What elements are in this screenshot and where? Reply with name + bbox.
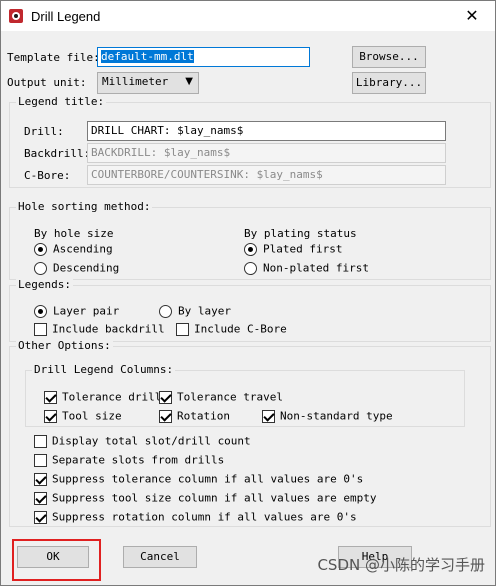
legend-title-group-label: Legend title: [16, 95, 107, 108]
radio-empty-icon [159, 304, 172, 318]
output-unit-dropdown[interactable]: Millimeter ▼ [97, 72, 199, 94]
browse-button[interactable]: Browse... [352, 46, 426, 68]
include-backdrill-checkbox[interactable]: Include backdrill [34, 322, 165, 337]
radio-selected-icon [34, 304, 47, 318]
other-options-group-label: Other Options: [16, 339, 113, 352]
checkbox-checked-icon [34, 472, 47, 486]
by-layer-radio[interactable]: By layer [159, 304, 231, 319]
checkbox-checked-icon [262, 409, 275, 423]
tolerance-drill-checkbox[interactable]: Tolerance drill [44, 390, 161, 405]
template-file-label: Template file: [7, 51, 100, 64]
ascending-radio[interactable]: Ascending [34, 242, 113, 257]
rotation-checkbox[interactable]: Rotation [159, 409, 230, 424]
checkbox-empty-icon [176, 322, 189, 336]
checkbox-checked-icon [159, 409, 172, 423]
output-unit-value: Millimeter [102, 75, 169, 88]
suppress-rotation-checkbox[interactable]: Suppress rotation column if all values a… [34, 510, 357, 525]
close-icon[interactable]: ✕ [449, 1, 495, 31]
cbore-title-label: C-Bore: [24, 169, 71, 182]
radio-empty-icon [244, 261, 257, 275]
backdrill-title-input[interactable]: BACKDRILL: $lay_nams$ [87, 143, 446, 163]
chevron-down-icon: ▼ [185, 76, 193, 87]
checkbox-checked-icon [34, 491, 47, 505]
window-title: Drill Legend [31, 9, 101, 24]
descending-radio[interactable]: Descending [34, 261, 119, 276]
display-total-checkbox[interactable]: Display total slot/drill count [34, 434, 251, 449]
drill-legend-columns-label: Drill Legend Columns: [32, 363, 176, 376]
radio-empty-icon [34, 261, 47, 275]
checkbox-empty-icon [34, 453, 47, 467]
checkbox-checked-icon [34, 510, 47, 524]
plated-first-radio[interactable]: Plated first [244, 242, 342, 257]
drill-title-input[interactable]: DRILL CHART: $lay_nams$ [87, 121, 446, 141]
separate-slots-checkbox[interactable]: Separate slots from drills [34, 453, 224, 468]
tool-size-checkbox[interactable]: Tool size [44, 409, 122, 424]
checkbox-checked-icon [44, 409, 57, 423]
cancel-button[interactable]: Cancel [123, 546, 197, 568]
suppress-tool-size-checkbox[interactable]: Suppress tool size column if all values … [34, 491, 377, 506]
app-logo-icon [9, 9, 23, 23]
legends-group-label: Legends: [16, 278, 73, 291]
checkbox-empty-icon [34, 434, 47, 448]
output-unit-label: Output unit: [7, 76, 87, 89]
by-hole-size-label: By hole size [34, 227, 114, 240]
hole-sorting-group-label: Hole sorting method: [16, 200, 153, 213]
drill-title-label: Drill: [24, 125, 64, 138]
radio-selected-icon [244, 242, 257, 256]
nonstandard-type-checkbox[interactable]: Non-standard type [262, 409, 393, 424]
library-button[interactable]: Library... [352, 72, 426, 94]
drill-legend-dialog: Drill Legend ✕ Template file: default-mm… [0, 0, 496, 586]
checkbox-checked-icon [159, 390, 172, 404]
radio-selected-icon [34, 242, 47, 256]
watermark: CSDN @小陈的学习手册 [317, 556, 485, 574]
title-bar: Drill Legend ✕ [1, 1, 495, 31]
by-plating-label: By plating status [244, 227, 357, 240]
cbore-title-input[interactable]: COUNTERBORE/COUNTERSINK: $lay_nams$ [87, 165, 446, 185]
backdrill-title-label: Backdrill: [24, 147, 91, 160]
tolerance-travel-checkbox[interactable]: Tolerance travel [159, 390, 283, 405]
layer-pair-radio[interactable]: Layer pair [34, 304, 119, 319]
ok-highlight-box [12, 539, 101, 581]
template-file-input[interactable]: default-mm.dlt [97, 47, 310, 67]
include-cbore-checkbox[interactable]: Include C-Bore [176, 322, 287, 337]
checkbox-checked-icon [44, 390, 57, 404]
checkbox-empty-icon [34, 322, 47, 336]
suppress-tolerance-checkbox[interactable]: Suppress tolerance column if all values … [34, 472, 363, 487]
nonplated-first-radio[interactable]: Non-plated first [244, 261, 369, 276]
